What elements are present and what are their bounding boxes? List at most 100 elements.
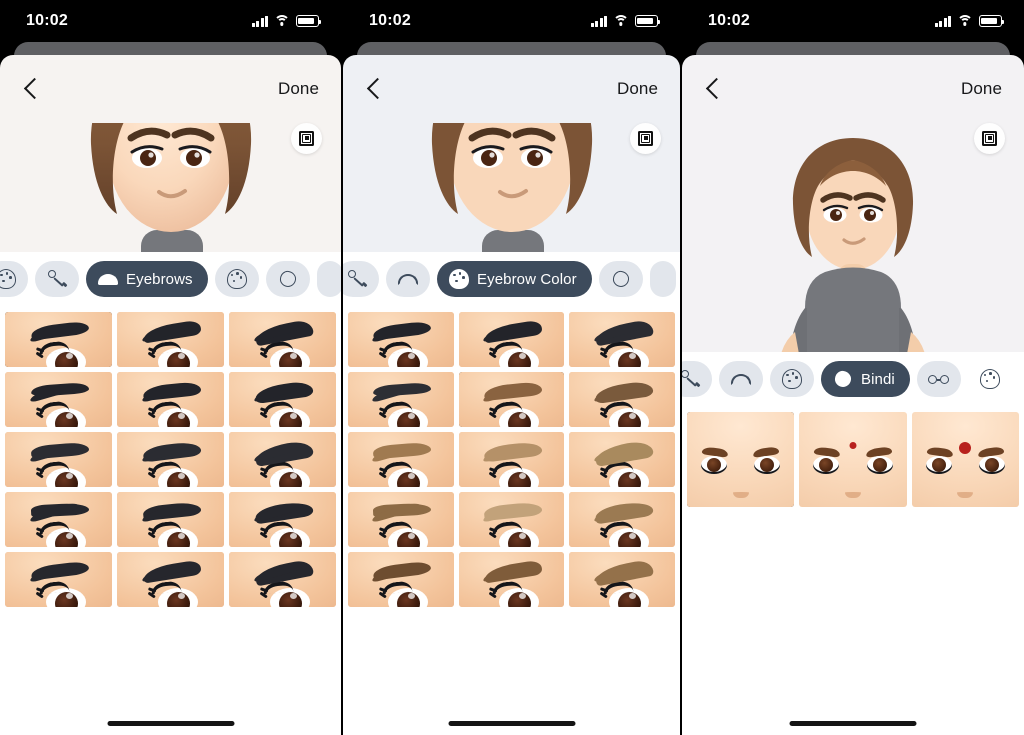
category-overflow[interactable] — [316, 261, 341, 297]
category-bindi[interactable]: Bindi — [821, 361, 910, 397]
eyebrow-color-12[interactable] — [569, 491, 675, 547]
back-chevron-icon[interactable] — [18, 76, 44, 102]
avatar-stage[interactable] — [682, 123, 1024, 352]
thumb-face — [799, 411, 907, 507]
eyebrow-style-11[interactable] — [117, 491, 224, 547]
eyebrow-style-14[interactable] — [117, 551, 224, 607]
eyebrow-style-4[interactable] — [5, 371, 112, 427]
category-bar[interactable]: Eyebrows — [0, 251, 341, 307]
category-eyebrows[interactable] — [719, 361, 763, 397]
cellular-signal-icon — [590, 15, 607, 27]
category-eyebrow-color[interactable]: Eyebrow Color — [437, 261, 592, 297]
eyebrow-icon — [730, 368, 752, 390]
eyebrow-style-12[interactable] — [229, 491, 336, 547]
home-indicator — [448, 721, 575, 726]
category-label: Bindi — [861, 370, 895, 388]
category-bindi[interactable] — [265, 261, 310, 297]
eyebrow-color-options-grid[interactable] — [343, 306, 680, 735]
category-palette-last[interactable] — [968, 361, 1012, 397]
category-bar[interactable]: Bindi — [682, 351, 1024, 407]
picture-frame-button[interactable] — [974, 123, 1005, 154]
thumb-face — [687, 411, 795, 507]
done-button[interactable]: Done — [961, 79, 1002, 99]
eyebrow-color-6[interactable] — [569, 371, 675, 427]
category-overflow[interactable] — [649, 261, 676, 297]
picture-frame-button[interactable] — [630, 123, 661, 154]
cellular-signal-icon — [934, 15, 951, 27]
eyebrow-color-4[interactable] — [348, 371, 454, 427]
category-palette-1[interactable] — [0, 261, 28, 297]
category-glasses[interactable] — [916, 361, 961, 397]
back-chevron-icon[interactable] — [361, 76, 387, 102]
eyebrow-color-9[interactable] — [569, 431, 675, 487]
category-eyeliner[interactable] — [343, 261, 379, 297]
eyebrow-color-2[interactable] — [458, 311, 565, 367]
eyebrow-style-10[interactable] — [5, 491, 112, 547]
bindi-icon — [277, 268, 299, 290]
avatar-stage[interactable] — [343, 123, 680, 252]
eyebrow-color-10[interactable] — [348, 491, 454, 547]
eyebrow-color-1[interactable] — [348, 311, 454, 367]
eyebrow-style-15[interactable] — [229, 551, 336, 607]
category-bindi[interactable] — [598, 261, 643, 297]
palette-icon — [448, 268, 470, 290]
status-time: 10:02 — [369, 12, 411, 29]
done-button[interactable]: Done — [617, 79, 658, 99]
status-icons — [934, 15, 1004, 27]
category-bar[interactable]: Eyebrow Color — [343, 251, 680, 307]
eyebrow-color-14[interactable] — [458, 551, 565, 607]
editor-sheet: Done — [682, 55, 1024, 735]
bindi-small-red[interactable] — [799, 411, 907, 507]
status-icons — [590, 15, 660, 27]
category-eyebrows[interactable]: Eyebrows — [86, 261, 208, 297]
wifi-icon — [957, 15, 973, 27]
nav-bar: Done — [0, 55, 341, 123]
cellular-signal-icon — [251, 15, 268, 27]
back-chevron-icon[interactable] — [700, 76, 726, 102]
status-bar: 10:02 — [682, 0, 1024, 42]
avatar-preview — [431, 123, 592, 252]
bindi-none[interactable] — [687, 411, 795, 507]
avatar-stage[interactable] — [0, 123, 341, 252]
eyebrow-color-15[interactable] — [569, 551, 675, 607]
eyebrow-color-8[interactable] — [458, 431, 565, 487]
done-button[interactable]: Done — [278, 79, 319, 99]
thumb-bindi-dot — [959, 441, 972, 454]
eyebrow-style-5[interactable] — [117, 371, 224, 427]
category-eyeliner[interactable] — [682, 361, 712, 397]
eyebrow-style-3[interactable] — [229, 311, 336, 367]
eyebrow-color-13[interactable] — [348, 551, 454, 607]
wifi-icon — [274, 15, 290, 27]
status-time: 10:02 — [26, 12, 68, 29]
three-phone-screenshots: 10:02 Done Eyebrows 10:02 Done Eyebrow C… — [0, 0, 1024, 735]
eyebrow-icon — [397, 268, 419, 290]
category-eyebrow-color[interactable] — [770, 361, 814, 397]
palette-icon — [226, 268, 248, 290]
eyebrow-color-11[interactable] — [458, 491, 565, 547]
eyebrow-style-9[interactable] — [229, 431, 336, 487]
picture-frame-button[interactable] — [291, 123, 322, 154]
eyebrow-options-grid[interactable] — [0, 306, 341, 735]
eyebrow-style-2[interactable] — [117, 311, 224, 367]
eyeliner-icon — [46, 268, 68, 290]
eyebrow-color-5[interactable] — [458, 371, 565, 427]
picture-frame-icon — [982, 131, 997, 146]
bindi-options-grid[interactable] — [682, 406, 1024, 735]
glasses-icon — [928, 368, 950, 390]
category-eyebrows[interactable] — [386, 261, 430, 297]
eyebrow-color-3[interactable] — [569, 311, 675, 367]
category-palette-2[interactable] — [214, 261, 259, 297]
category-label: Eyebrow Color — [477, 270, 577, 288]
eyebrow-color-7[interactable] — [348, 431, 454, 487]
palette-icon — [0, 268, 17, 290]
eyebrow-style-6[interactable] — [229, 371, 336, 427]
eyebrow-style-13[interactable] — [5, 551, 112, 607]
eyebrow-style-8[interactable] — [117, 431, 224, 487]
eyebrow-style-1[interactable] — [5, 311, 112, 367]
category-eyeliner[interactable] — [35, 261, 79, 297]
bindi-large-red[interactable] — [911, 411, 1019, 507]
eyebrow-style-7[interactable] — [5, 431, 112, 487]
battery-icon — [296, 15, 321, 27]
eyebrow-icon — [97, 268, 119, 290]
nav-bar: Done — [343, 55, 680, 123]
